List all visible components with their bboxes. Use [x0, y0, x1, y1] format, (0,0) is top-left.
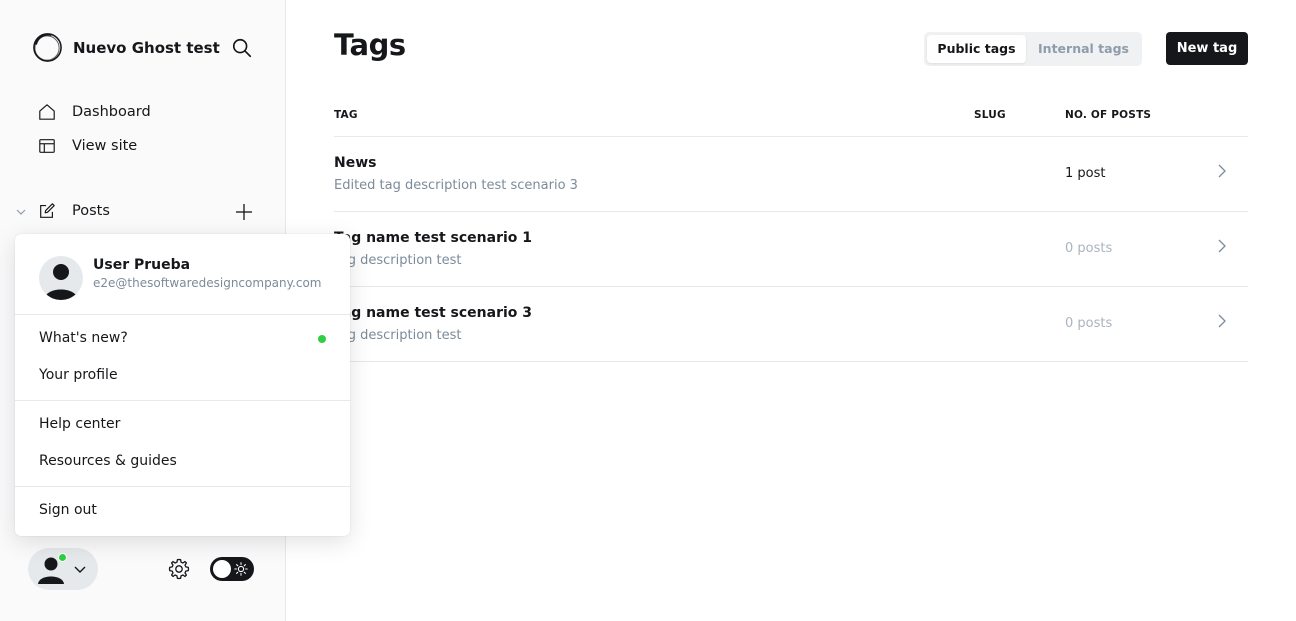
tag-description: Edited tag description test scenario 3: [334, 178, 578, 193]
avatar-icon: [44, 264, 78, 300]
user-info: User Prueba e2e@thesoftwaredesigncompany…: [39, 256, 321, 300]
chevron-down-icon[interactable]: [14, 205, 28, 219]
sun-icon: [234, 562, 248, 576]
nav-view-site[interactable]: View site: [38, 137, 137, 155]
divider: [334, 361, 1248, 362]
menu-your-profile[interactable]: Your profile: [39, 367, 118, 383]
notification-dot: [318, 335, 326, 343]
page-title: Tags: [334, 28, 406, 62]
site-logo-icon: [33, 33, 62, 62]
nav-posts[interactable]: Posts: [38, 202, 110, 220]
table-row[interactable]: News Edited tag description test scenari…: [334, 137, 1248, 212]
toggle-knob: [213, 560, 231, 578]
tag-name: Tag name test scenario 3: [334, 305, 533, 321]
tag-description: Tag description test: [334, 328, 462, 343]
table-row[interactable]: Tag name test scenario 1 Tag description…: [334, 212, 1248, 287]
user-email: e2e@thesoftwaredesigncompany.com: [93, 276, 322, 290]
tag-post-count[interactable]: 0 posts: [1065, 316, 1112, 331]
tag-post-count[interactable]: 0 posts: [1065, 241, 1112, 256]
chevron-right-icon: [1218, 314, 1226, 328]
site-name: Nuevo Ghost test: [73, 38, 220, 57]
tag-type-switch: Public tags Internal tags: [924, 32, 1142, 66]
chevron-right-icon: [1218, 164, 1226, 178]
menu-sign-out[interactable]: Sign out: [39, 502, 97, 518]
menu-resources-guides[interactable]: Resources & guides: [39, 453, 177, 469]
column-header-slug: SLUG: [974, 109, 1006, 121]
menu-whats-new[interactable]: What's new?: [39, 330, 128, 346]
user-menu-button[interactable]: [28, 548, 98, 590]
tab-public-tags[interactable]: Public tags: [927, 35, 1026, 63]
column-header-posts: NO. OF POSTS: [1065, 109, 1152, 121]
avatar: [39, 256, 83, 300]
gear-icon[interactable]: [167, 557, 191, 581]
online-status-dot: [58, 553, 67, 562]
search-icon[interactable]: [231, 37, 253, 59]
nav-view-site-label: View site: [72, 138, 138, 154]
layout-icon: [39, 139, 55, 153]
nav-posts-label: Posts: [72, 203, 110, 219]
user-name: User Prueba: [93, 257, 191, 273]
tag-post-count[interactable]: 1 post: [1065, 166, 1105, 181]
menu-help-center[interactable]: Help center: [39, 416, 120, 432]
column-header-tag: TAG: [334, 109, 358, 121]
user-menu-dropdown: User Prueba e2e@thesoftwaredesigncompany…: [15, 234, 350, 536]
nav-dashboard[interactable]: Dashboard: [38, 103, 151, 121]
table-row[interactable]: Tag name test scenario 3 Tag description…: [334, 287, 1248, 362]
tag-name: News: [334, 155, 377, 171]
home-icon: [39, 104, 55, 120]
tab-internal-tags[interactable]: Internal tags: [1028, 35, 1139, 63]
site-brand[interactable]: Nuevo Ghost test: [32, 32, 220, 63]
divider: [15, 486, 350, 487]
tag-name: Tag name test scenario 1: [334, 230, 533, 246]
tag-description: Tag description test: [334, 253, 462, 268]
chevron-down-icon: [74, 566, 86, 573]
divider: [15, 400, 350, 401]
edit-icon: [40, 203, 55, 218]
plus-icon[interactable]: [234, 202, 254, 222]
chevron-right-icon: [1218, 239, 1226, 253]
new-tag-button[interactable]: New tag: [1166, 32, 1248, 65]
theme-toggle[interactable]: [210, 557, 254, 581]
nav-dashboard-label: Dashboard: [72, 104, 151, 120]
divider: [15, 314, 350, 315]
